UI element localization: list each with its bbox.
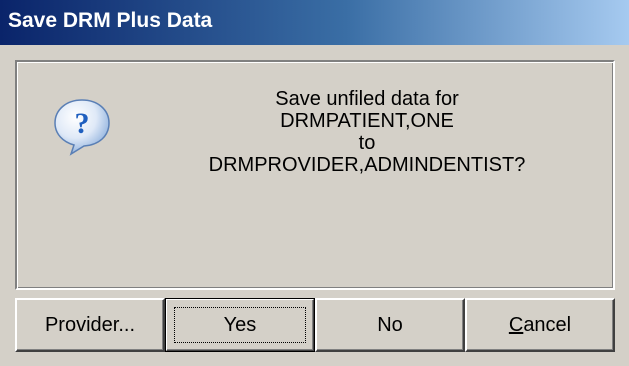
message-provider: DRMPROVIDER,ADMINDENTIST? (208, 154, 526, 176)
save-dialog: Save DRM Plus Data ? Save unfiled data f… (0, 0, 629, 366)
message-line: to (358, 132, 376, 154)
window-title: Save DRM Plus Data (8, 9, 213, 32)
question-icon: ? (51, 96, 113, 158)
message-text: Save unfiled data for DRMPATIENT,ONE to … (127, 88, 607, 176)
no-button[interactable]: No (315, 298, 465, 352)
message-patient: DRMPATIENT,ONE (280, 110, 454, 132)
yes-button[interactable]: Yes (165, 298, 315, 352)
cancel-button-label: Cancel (509, 314, 571, 337)
cancel-button[interactable]: Cancel (465, 298, 615, 352)
title-bar[interactable]: Save DRM Plus Data (0, 0, 629, 45)
message-line: Save unfiled data for (275, 88, 459, 110)
provider-button-label: Provider... (44, 313, 136, 336)
cancel-label-rest: ancel (523, 313, 572, 336)
yes-button-label: Yes (223, 313, 257, 336)
message-panel: ? Save unfiled data for DRMPATIENT,ONE t… (15, 60, 615, 290)
button-bar: Provider... Yes No Cancel (15, 298, 615, 352)
svg-text:?: ? (75, 107, 90, 140)
cancel-accelerator: C (508, 313, 524, 336)
provider-button[interactable]: Provider... (15, 298, 165, 352)
no-button-label: No (377, 313, 403, 336)
